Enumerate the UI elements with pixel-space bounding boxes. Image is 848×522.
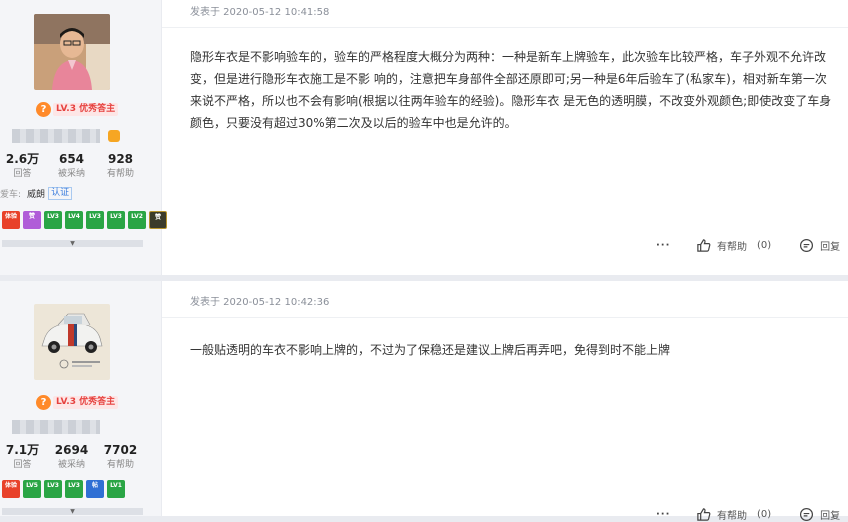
more-options-button[interactable]: ··· (656, 509, 676, 520)
question-badge-icon: ? (36, 395, 51, 410)
medal-icon[interactable]: LV5 (23, 480, 41, 498)
expand-medals-button[interactable]: ▼ (2, 508, 143, 515)
answer-post: ? LV.3 优秀答主 2.6万 回答 654 被采纳 928 有帮助 爱车: … (0, 0, 848, 275)
stat-adopted: 654 被采纳 (57, 152, 85, 179)
stat-helpful: 928 有帮助 (106, 152, 134, 179)
medal-list: 体验 赞 LV3 LV4 LV3 LV3 LV2 赞 (2, 211, 167, 229)
divider (162, 27, 848, 28)
love-car-row: 爱车: 威朗 认证 (0, 187, 73, 200)
medal-icon[interactable]: 体验 (2, 211, 20, 229)
stat-adopted: 2694 被采纳 (54, 443, 89, 470)
expand-medals-button[interactable]: ▼ (2, 240, 143, 247)
medal-icon[interactable]: 帖 (86, 480, 104, 498)
stat-helpful: 7702 有帮助 (103, 443, 138, 470)
answer-post: ? LV.3 优秀答主 7.1万 回答 2694 被采纳 7702 有帮助 体验… (0, 281, 848, 516)
comment-icon (800, 238, 814, 253)
divider (162, 317, 848, 318)
love-car-link[interactable]: 威朗 (27, 187, 45, 200)
stat-answers: 2.6万 回答 (5, 152, 40, 179)
medal-icon[interactable]: LV1 (107, 480, 125, 498)
comment-icon (800, 507, 814, 522)
thumbs-up-icon (697, 508, 711, 521)
stat-answers: 7.1万 回答 (5, 443, 40, 470)
answer-content: 一般贴透明的车衣不影响上牌的，不过为了保稳还是建议上牌后再弄吧，免得到时不能上牌 (190, 343, 671, 357)
post-actions: ··· 有帮助 (0) 回复 (656, 238, 840, 253)
medal-icon[interactable]: 赞 (23, 211, 41, 229)
helpful-button[interactable]: 有帮助 (0) (696, 507, 771, 522)
reply-button[interactable]: 回复 (799, 238, 840, 253)
medal-icon[interactable]: LV4 (65, 211, 83, 229)
more-options-button[interactable]: ··· (656, 240, 676, 251)
post-timestamp: 发表于 2020-05-12 10:41:58 (190, 7, 330, 18)
username-blurred[interactable] (12, 129, 100, 143)
medal-icon[interactable]: 赞 (149, 211, 167, 229)
post-actions: ··· 有帮助 (0) 回复 (656, 507, 840, 522)
level-badge: ? LV.3 优秀答主 (36, 102, 119, 117)
reply-button[interactable]: 回复 (799, 507, 840, 522)
medal-icon[interactable]: LV3 (86, 211, 104, 229)
author-sidebar: ? LV.3 优秀答主 7.1万 回答 2694 被采纳 7702 有帮助 体验… (0, 281, 162, 516)
medal-icon[interactable]: LV3 (44, 211, 62, 229)
avatar[interactable] (34, 304, 110, 380)
username-blurred[interactable] (12, 420, 100, 434)
thumbs-up-icon (697, 239, 711, 252)
author-stats: 2.6万 回答 654 被采纳 928 有帮助 (0, 152, 162, 180)
helpful-button[interactable]: 有帮助 (0) (696, 238, 771, 253)
question-badge-icon: ? (36, 102, 51, 117)
author-stats: 7.1万 回答 2694 被采纳 7702 有帮助 (0, 443, 162, 471)
medal-list: 体验 LV5 LV3 LV3 帖 LV1 (2, 480, 125, 498)
answer-content: 隐形车衣是不影响验车的，验车的严格程度大概分为两种：一种是新车上牌验车，此次验车… (190, 50, 832, 130)
car-owner-icon (108, 130, 120, 142)
post-timestamp: 发表于 2020-05-12 10:42:36 (190, 297, 330, 308)
medal-icon[interactable]: LV2 (128, 211, 146, 229)
medal-icon[interactable]: LV3 (44, 480, 62, 498)
author-sidebar: ? LV.3 优秀答主 2.6万 回答 654 被采纳 928 有帮助 爱车: … (0, 0, 167, 275)
verified-tag: 认证 (48, 187, 73, 200)
avatar[interactable] (34, 14, 110, 90)
medal-icon[interactable]: LV3 (107, 211, 125, 229)
level-badge: ? LV.3 优秀答主 (36, 395, 119, 410)
medal-icon[interactable]: 体验 (2, 480, 20, 498)
medal-icon[interactable]: LV3 (65, 480, 83, 498)
